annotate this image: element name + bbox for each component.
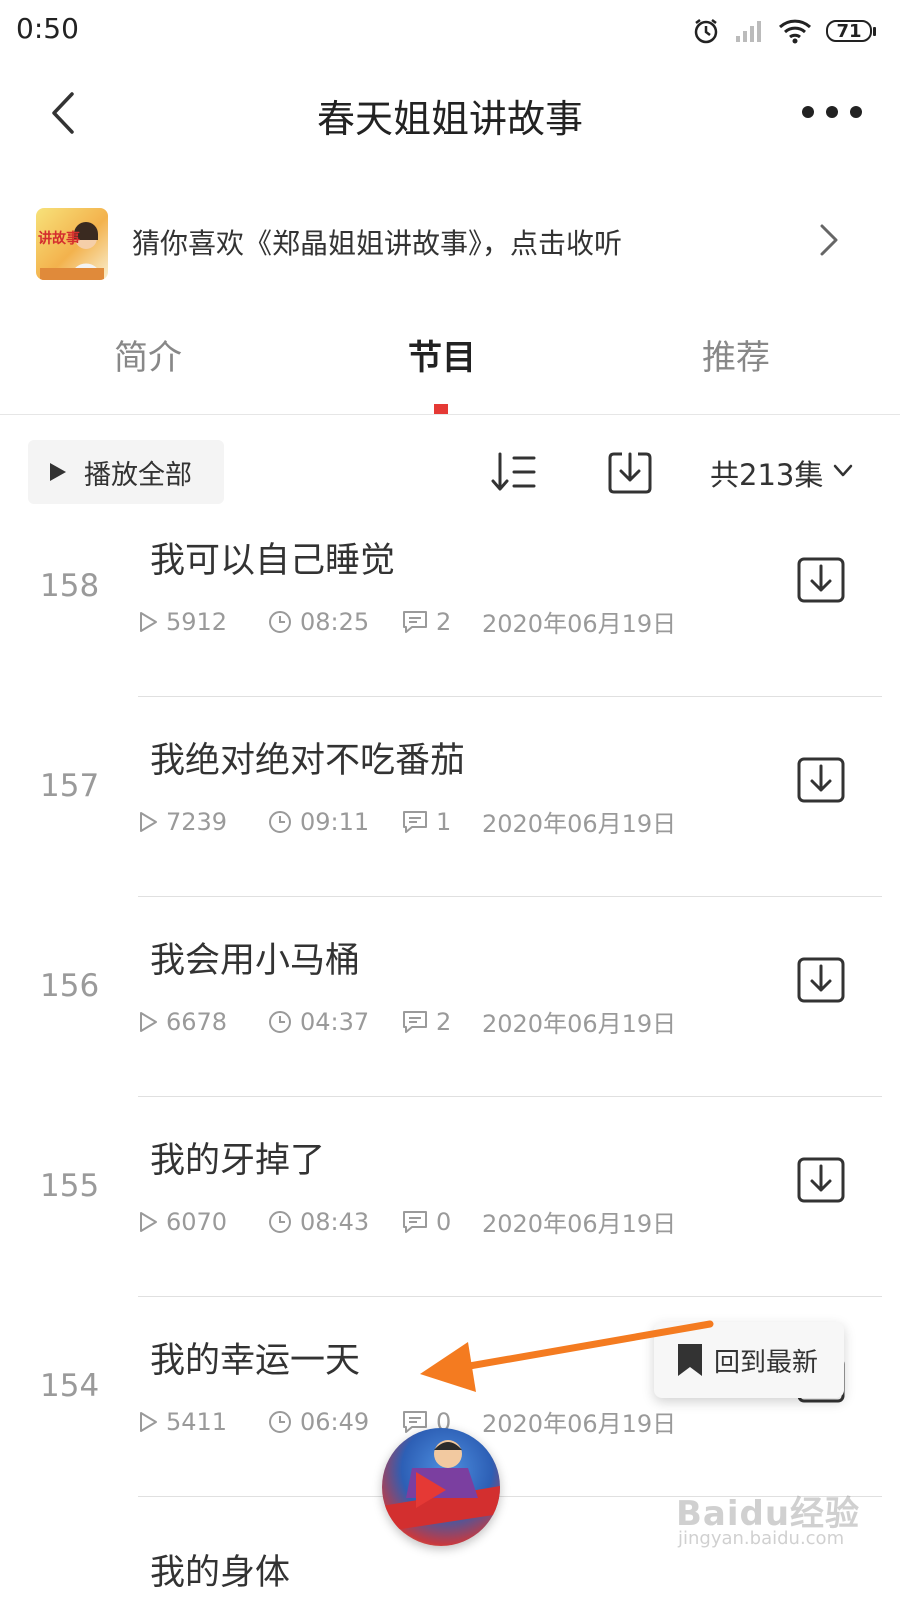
episode-meta: 5912 08:25 2 2020年06月19日 xyxy=(138,604,676,639)
episode-number: 155 xyxy=(40,1168,100,1204)
play-icon xyxy=(50,463,66,481)
comment-icon xyxy=(403,1210,427,1233)
episode-number: 157 xyxy=(40,768,100,804)
tab-intro[interactable]: 简介 xyxy=(48,330,248,379)
page-title: 春天姐姐讲故事 xyxy=(316,97,583,141)
play-count: 6070 xyxy=(166,1207,228,1236)
play-count: 7239 xyxy=(166,807,228,836)
recommendation-banner[interactable]: 讲故事 猜你喜欢《郑晶姐姐讲故事》，点击收听 xyxy=(0,200,900,284)
clock-icon xyxy=(269,1410,291,1433)
episode-meta: 6678 04:37 2 2020年06月19日 xyxy=(138,1004,676,1039)
status-icons: 71 xyxy=(692,14,876,48)
episode-row[interactable]: 156 我会用小马桶 6678 04:37 2 2020年06月19日 xyxy=(0,900,900,1100)
episode-meta: 7239 09:11 1 2020年06月19日 xyxy=(138,804,676,839)
clock-icon xyxy=(269,810,291,833)
play-count-icon xyxy=(140,1411,157,1432)
duration: 09:11 xyxy=(300,807,370,836)
mini-player-play-icon[interactable] xyxy=(416,1472,446,1508)
episode-meta: 5411 06:49 0 2020年06月19日 xyxy=(138,1404,676,1439)
comment-icon xyxy=(403,810,427,833)
episode-title[interactable]: 我的幸运一天 xyxy=(150,1332,360,1383)
publish-date: 2020年06月19日 xyxy=(482,1210,677,1238)
episode-meta: 6070 08:43 0 2020年06月19日 xyxy=(138,1204,676,1239)
play-count: 5411 xyxy=(166,1407,228,1436)
download-icon[interactable] xyxy=(796,556,846,604)
play-count-icon xyxy=(140,611,157,632)
annotation-arrow-icon xyxy=(420,1320,714,1392)
comment-count: 2 xyxy=(436,1007,452,1036)
sort-order-icon[interactable] xyxy=(490,450,538,494)
back-to-latest-label: 回到最新 xyxy=(714,1347,819,1378)
publish-date: 2020年06月19日 xyxy=(482,1410,677,1438)
row-divider xyxy=(138,696,882,697)
comment-count: 2 xyxy=(436,607,452,636)
battery-level: 71 xyxy=(836,20,862,42)
episode-row[interactable]: 155 我的牙掉了 6070 08:43 0 2020年06月19日 xyxy=(0,1100,900,1300)
duration: 08:25 xyxy=(300,607,370,636)
episode-row[interactable]: 157 我绝对绝对不吃番茄 7239 09:11 1 2020年06月19日 xyxy=(0,700,900,900)
active-tab-indicator xyxy=(434,404,448,414)
tab-recommend[interactable]: 推荐 xyxy=(636,330,836,379)
comment-icon xyxy=(403,1010,427,1033)
clock-icon xyxy=(269,1210,291,1233)
duration: 04:37 xyxy=(300,1007,370,1036)
play-count: 6678 xyxy=(166,1007,228,1036)
tab-episodes[interactable]: 节目 xyxy=(342,330,542,379)
duration: 06:49 xyxy=(300,1407,370,1436)
watermark-url: jingyan.baidu.com xyxy=(678,1528,845,1549)
play-all-button[interactable]: 播放全部 xyxy=(28,440,224,504)
more-options-icon[interactable] xyxy=(800,98,864,126)
episode-number: 158 xyxy=(40,568,100,604)
play-count-icon xyxy=(140,1211,157,1232)
download-icon[interactable] xyxy=(796,956,846,1004)
battery-indicator: 71 xyxy=(826,20,876,42)
episode-title[interactable]: 我绝对绝对不吃番茄 xyxy=(150,732,465,783)
baidu-watermark: Baidu经验 jingyan.baidu.com xyxy=(676,1486,886,1556)
alarm-icon xyxy=(694,19,718,44)
row-divider xyxy=(138,896,882,897)
publish-date: 2020年06月19日 xyxy=(482,1010,677,1038)
episode-title[interactable]: 我可以自己睡觉 xyxy=(150,532,395,583)
download-icon[interactable] xyxy=(796,756,846,804)
episode-row[interactable]: 158 我可以自己睡觉 5912 08:25 2 2020年06月19日 xyxy=(0,500,900,700)
episode-number: 156 xyxy=(40,968,100,1004)
episode-title[interactable]: 我的身体 xyxy=(150,1544,290,1595)
play-all-label: 播放全部 xyxy=(84,459,192,491)
comment-icon xyxy=(403,610,427,633)
row-divider xyxy=(138,1096,882,1097)
thumbnail-title: 讲故事 xyxy=(38,231,80,247)
row-divider xyxy=(138,1296,882,1297)
download-icon[interactable] xyxy=(796,1156,846,1204)
clock-icon xyxy=(269,1010,291,1033)
publish-date: 2020年06月19日 xyxy=(482,610,677,638)
clock-icon xyxy=(269,610,291,633)
download-all-icon[interactable] xyxy=(606,450,654,496)
comment-count: 1 xyxy=(436,807,452,836)
publish-date: 2020年06月19日 xyxy=(482,810,677,838)
chevron-right-icon xyxy=(820,224,838,256)
wifi-icon xyxy=(778,19,812,44)
episode-count-selector[interactable]: 共213集 xyxy=(710,452,823,494)
chevron-down-icon[interactable] xyxy=(832,463,854,479)
episode-title[interactable]: 我会用小马桶 xyxy=(150,932,360,983)
recommendation-text: 猜你喜欢《郑晶姐姐讲故事》，点击收听 xyxy=(132,227,623,260)
episode-number: 154 xyxy=(40,1368,100,1404)
signal-icon xyxy=(736,21,761,42)
comment-count: 0 xyxy=(436,1207,452,1236)
tab-divider xyxy=(0,414,900,415)
play-count: 5912 xyxy=(166,607,228,636)
duration: 08:43 xyxy=(300,1207,370,1236)
recommendation-thumbnail: 讲故事 xyxy=(36,208,108,280)
episode-title[interactable]: 我的牙掉了 xyxy=(150,1132,325,1183)
status-time: 0:50 xyxy=(16,12,79,45)
play-count-icon xyxy=(140,1011,157,1032)
play-count-icon xyxy=(140,811,157,832)
